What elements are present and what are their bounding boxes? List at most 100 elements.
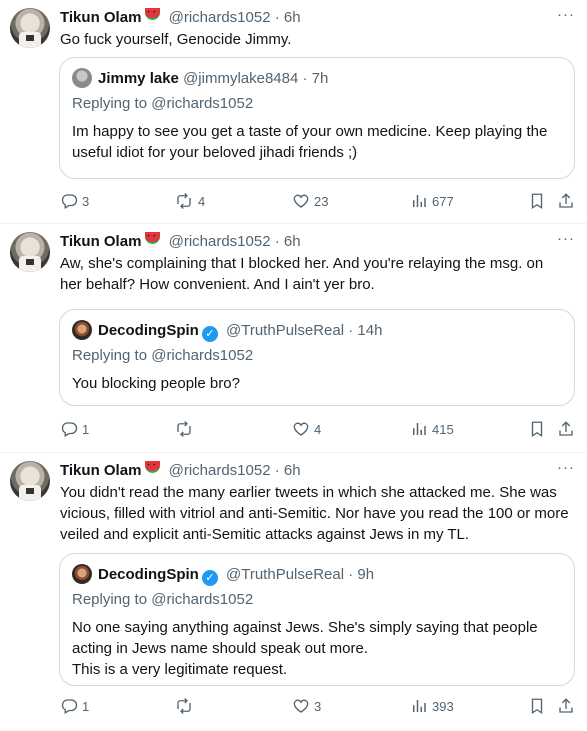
bookmark-button[interactable] xyxy=(528,192,550,212)
quoted-tweet[interactable]: DecodingSpin ✓ @TruthPulseReal · 9h Reply… xyxy=(59,553,575,686)
author-name[interactable]: Tikun Olam xyxy=(60,233,141,250)
reply-button[interactable]: 1 xyxy=(60,420,89,440)
bookmark-icon xyxy=(531,193,543,210)
repost-button[interactable] xyxy=(174,697,198,717)
bookmark-button[interactable] xyxy=(528,697,550,717)
repost-count: 4 xyxy=(198,194,206,209)
view-count: 393 xyxy=(432,699,454,714)
share-button[interactable] xyxy=(557,420,579,440)
reply-count: 1 xyxy=(82,699,90,714)
quote-author-handle: @TruthPulseReal xyxy=(226,566,345,583)
more-options-icon[interactable]: ··· xyxy=(557,6,575,23)
tweet[interactable]: Tikun Olam @richards1052 · 6h ··· Aw, sh… xyxy=(0,224,587,453)
tweet-text: Go fuck yourself, Genocide Jimmy. xyxy=(60,31,292,48)
heart-icon xyxy=(293,194,309,208)
quoted-tweet[interactable]: Jimmy lake @jimmylake8484 · 7h Replying … xyxy=(59,57,575,179)
quote-timestamp: · 9h xyxy=(348,566,375,583)
views-icon xyxy=(413,423,426,435)
like-count: 4 xyxy=(314,422,322,437)
views-button[interactable]: 393 xyxy=(410,697,454,717)
avatar[interactable] xyxy=(10,8,50,48)
replying-to: Replying to @richards1052 xyxy=(72,347,254,364)
reply-button[interactable]: 1 xyxy=(60,697,89,717)
like-button[interactable]: 3 xyxy=(292,697,321,717)
quote-avatar xyxy=(72,320,92,340)
timestamp[interactable]: · 6h xyxy=(275,233,301,250)
timestamp[interactable]: · 6h xyxy=(275,462,301,479)
quote-author-handle: @jimmylake8484 xyxy=(183,70,299,87)
author-name[interactable]: Tikun Olam xyxy=(60,9,141,26)
verified-badge-icon: ✓ xyxy=(201,326,218,342)
like-button[interactable]: 4 xyxy=(292,420,321,440)
reply-icon xyxy=(61,194,78,209)
bookmark-button[interactable] xyxy=(528,420,550,440)
verified-badge-icon: ✓ xyxy=(201,570,218,586)
timeline: Tikun Olam @richards1052 · 6h ··· Go fuc… xyxy=(0,0,587,731)
like-count: 3 xyxy=(314,699,322,714)
quoted-tweet[interactable]: DecodingSpin ✓ @TruthPulseReal · 14h Repl… xyxy=(59,309,575,406)
like-count: 23 xyxy=(314,194,329,209)
watermelon-icon xyxy=(145,227,161,247)
avatar[interactable] xyxy=(10,461,50,501)
timestamp[interactable]: · 6h xyxy=(275,9,301,26)
action-bar: 1 4 415 xyxy=(60,420,580,440)
author-name[interactable]: Tikun Olam xyxy=(60,462,141,479)
quote-timestamp: · 7h xyxy=(302,70,329,87)
action-bar: 3 4 23 677 xyxy=(60,192,580,212)
tweet-text: Aw, she's complaining that I blocked her… xyxy=(60,255,544,293)
more-options-icon[interactable]: ··· xyxy=(557,230,575,247)
repost-icon xyxy=(177,698,191,714)
quote-author-name: Jimmy lake xyxy=(98,70,179,87)
repost-icon xyxy=(177,421,191,437)
reply-button[interactable]: 3 xyxy=(60,192,89,212)
share-icon xyxy=(559,193,573,208)
quote-text: You blocking people bro? xyxy=(72,375,240,392)
share-icon xyxy=(559,421,573,436)
tweet[interactable]: Tikun Olam @richards1052 · 6h ··· Go fuc… xyxy=(0,0,587,224)
views-icon xyxy=(413,195,426,207)
tweet-text: You didn't read the many earlier tweets … xyxy=(60,484,569,543)
quote-text: Im happy to see you get a taste of your … xyxy=(72,123,548,161)
repost-icon xyxy=(177,193,191,209)
share-button[interactable] xyxy=(557,697,579,717)
reply-icon xyxy=(61,422,78,437)
views-button[interactable]: 415 xyxy=(410,420,454,440)
quote-author-handle: @TruthPulseReal xyxy=(226,322,345,339)
view-count: 677 xyxy=(432,194,454,209)
author-handle[interactable]: @richards1052 xyxy=(169,462,271,479)
like-button[interactable]: 23 xyxy=(292,192,328,212)
watermelon-icon xyxy=(145,3,161,23)
watermelon-icon xyxy=(145,456,161,476)
avatar[interactable] xyxy=(10,232,50,272)
quote-header: DecodingSpin ✓ @TruthPulseReal · 14h xyxy=(72,320,382,342)
quote-timestamp: · 14h xyxy=(348,322,383,339)
repost-button[interactable] xyxy=(174,420,198,440)
tweet-header: Tikun Olam @richards1052 · 6h xyxy=(60,3,577,28)
more-options-icon[interactable]: ··· xyxy=(557,459,575,476)
tweet-header: Tikun Olam @richards1052 · 6h xyxy=(60,227,577,252)
reply-icon xyxy=(61,699,78,714)
quote-author-name: DecodingSpin xyxy=(98,322,199,339)
tweet[interactable]: Tikun Olam @richards1052 · 6h ··· You di… xyxy=(0,453,587,731)
heart-icon xyxy=(293,422,309,436)
view-count: 415 xyxy=(432,422,454,437)
author-handle[interactable]: @richards1052 xyxy=(169,9,271,26)
action-bar: 1 3 393 xyxy=(60,697,580,717)
quote-avatar xyxy=(72,564,92,584)
replying-to: Replying to @richards1052 xyxy=(72,591,254,608)
bookmark-icon xyxy=(531,698,543,715)
views-button[interactable]: 677 xyxy=(410,192,454,212)
author-handle[interactable]: @richards1052 xyxy=(169,233,271,250)
share-icon xyxy=(559,698,573,713)
bookmark-icon xyxy=(531,421,543,438)
replying-to: Replying to @richards1052 xyxy=(72,95,254,112)
quote-text: No one saying anything against Jews. She… xyxy=(72,619,538,678)
share-button[interactable] xyxy=(557,192,579,212)
views-icon xyxy=(413,700,426,712)
quote-header: DecodingSpin ✓ @TruthPulseReal · 9h xyxy=(72,564,374,586)
reply-count: 3 xyxy=(82,194,90,209)
quote-author-name: DecodingSpin xyxy=(98,566,199,583)
repost-button[interactable]: 4 xyxy=(174,192,205,212)
quote-header: Jimmy lake @jimmylake8484 · 7h xyxy=(72,68,328,89)
reply-count: 1 xyxy=(82,422,90,437)
